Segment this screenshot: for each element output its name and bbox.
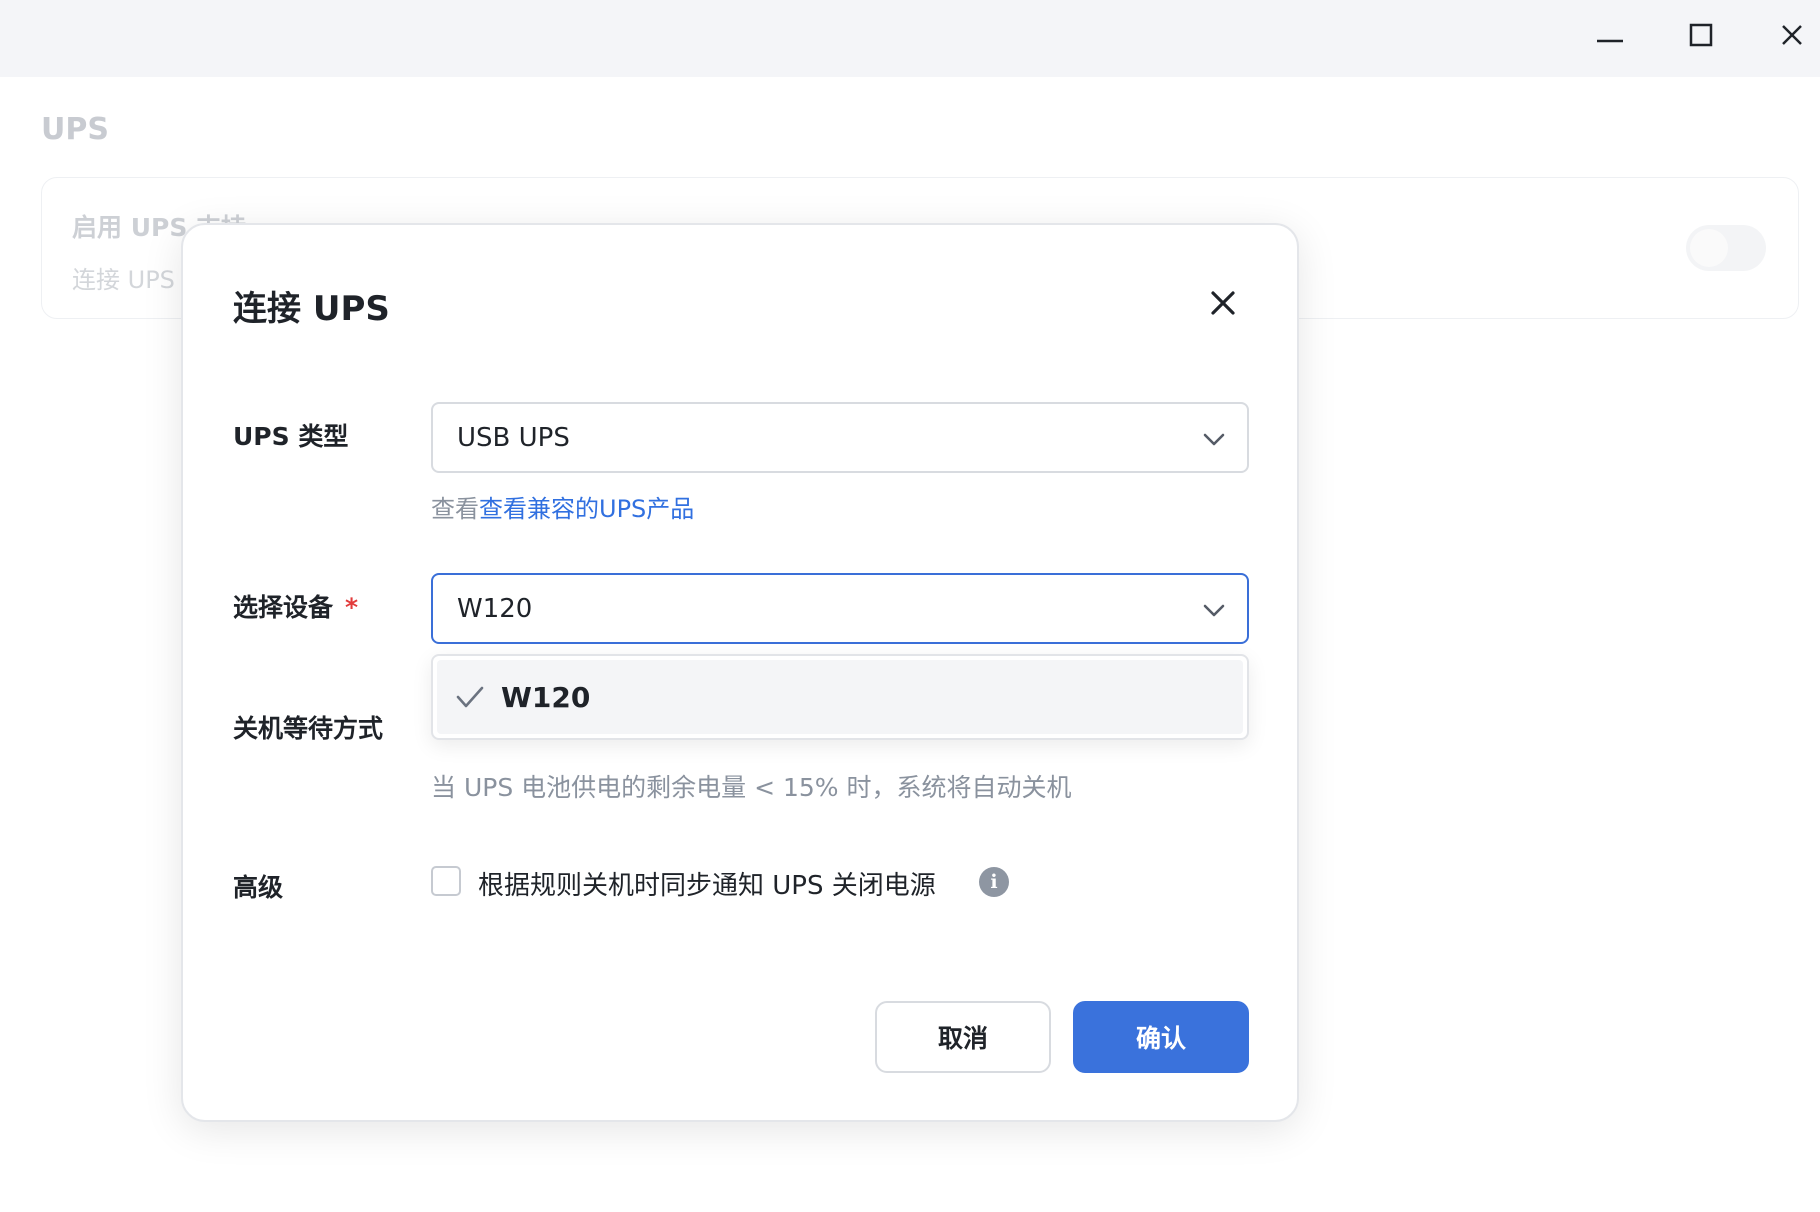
maximize-button[interactable]: [1678, 14, 1724, 56]
device-value: W120: [457, 593, 533, 624]
dropdown-option[interactable]: W120: [437, 660, 1243, 734]
device-label: 选择设备 *: [233, 588, 358, 624]
notify-ups-checkbox[interactable]: [431, 866, 461, 896]
window-titlebar: [0, 0, 1820, 77]
compatible-ups-link[interactable]: 查看兼容的UPS产品: [479, 495, 694, 523]
maximize-icon: [1689, 23, 1713, 47]
dialog-title: 连接 UPS: [233, 289, 390, 329]
ups-type-select[interactable]: USB UPS: [431, 402, 1249, 473]
connect-ups-dialog: 连接 UPS UPS 类型 USB UPS 查看查看兼容的UPS产品 选择设备 *…: [181, 223, 1299, 1122]
dialog-close-button[interactable]: [1203, 283, 1243, 323]
info-icon[interactable]: i: [979, 867, 1009, 897]
shutdown-hint: 当 UPS 电池供电的剩余电量 < 15% 时，系统将自动关机: [431, 773, 1072, 802]
shutdown-mode-label: 关机等待方式: [233, 714, 384, 743]
chevron-down-icon: [1201, 597, 1227, 627]
window-close-button[interactable]: [1769, 14, 1815, 56]
hint-prefix: 查看: [431, 495, 479, 523]
device-select[interactable]: W120: [431, 573, 1249, 644]
ups-type-label: UPS 类型: [233, 422, 349, 451]
device-label-text: 选择设备: [233, 593, 334, 622]
cancel-button[interactable]: 取消: [875, 1001, 1051, 1073]
card-subtitle: 连接 UPS: [72, 266, 175, 294]
ups-type-hint: 查看查看兼容的UPS产品: [431, 489, 694, 524]
confirm-button[interactable]: 确认: [1073, 1001, 1249, 1073]
dropdown-option-label: W120: [501, 680, 591, 714]
minimize-icon: [1597, 39, 1623, 43]
ups-support-toggle[interactable]: [1686, 225, 1766, 271]
toggle-knob: [1690, 229, 1728, 267]
ups-type-value: USB UPS: [457, 422, 570, 453]
notify-ups-checkbox-label[interactable]: 根据规则关机时同步通知 UPS 关闭电源: [478, 865, 936, 902]
required-mark: *: [345, 593, 359, 622]
minimize-button[interactable]: [1587, 14, 1633, 56]
close-icon: [1211, 291, 1235, 315]
device-dropdown-menu: W120: [431, 654, 1249, 740]
close-icon: [1782, 25, 1802, 45]
chevron-down-icon: [1201, 426, 1227, 456]
check-icon: [455, 682, 485, 712]
advanced-label: 高级: [233, 873, 284, 902]
page-title: UPS: [41, 112, 109, 147]
